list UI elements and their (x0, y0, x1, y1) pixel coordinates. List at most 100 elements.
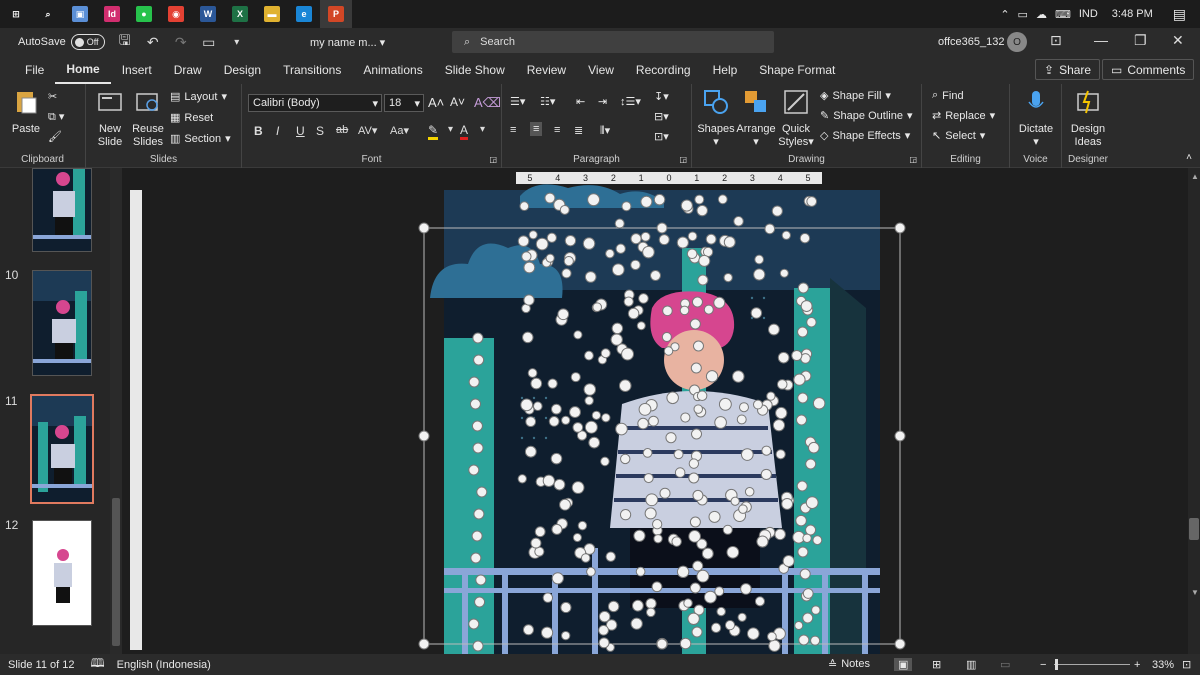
dictate-button[interactable]: Dictate ▾ (1014, 88, 1058, 149)
change-case-button[interactable]: Aa▾ (390, 124, 409, 137)
resize-handle[interactable] (638, 403, 652, 416)
resize-handle[interactable] (517, 235, 530, 247)
resize-handle[interactable] (808, 441, 820, 454)
line-app-icon[interactable]: ● (128, 0, 160, 28)
resize-handle[interactable] (799, 233, 811, 244)
resize-handle[interactable] (806, 317, 817, 328)
resize-handle[interactable] (418, 430, 430, 442)
minimize-icon[interactable]: — (1094, 32, 1108, 48)
resize-handle[interactable] (680, 412, 691, 423)
chevron-down-icon[interactable]: ▾ (448, 124, 453, 135)
resize-handle[interactable] (777, 351, 790, 364)
underline-button[interactable]: U (296, 124, 305, 138)
resize-handle[interactable] (642, 448, 653, 458)
resize-handle[interactable] (587, 193, 601, 207)
resize-handle[interactable] (690, 362, 702, 374)
reset-button[interactable]: ▦ Reset (170, 111, 213, 125)
cloud-icon[interactable]: ☁ (1036, 8, 1047, 21)
resize-handle[interactable] (752, 399, 763, 410)
resize-handle[interactable] (534, 526, 546, 538)
quick-styles-button[interactable]: Quick Styles▾ (776, 88, 816, 149)
paste-button[interactable]: Paste (8, 88, 44, 136)
resize-handle[interactable] (577, 520, 588, 531)
resize-handle[interactable] (744, 486, 755, 497)
resize-handle[interactable] (619, 509, 632, 521)
resize-handle[interactable] (894, 430, 906, 442)
shapes-button[interactable]: Shapes ▾ (696, 88, 736, 149)
resize-handle[interactable] (766, 391, 776, 401)
resize-handle[interactable] (705, 370, 719, 383)
resize-handle[interactable] (805, 524, 817, 536)
resize-handle[interactable] (471, 420, 483, 432)
resize-handle[interactable] (476, 486, 488, 498)
notes-button[interactable]: ≙ Notes (828, 658, 870, 671)
resize-handle[interactable] (696, 390, 708, 402)
file-explorer-icon[interactable]: ▬ (256, 0, 288, 28)
resize-handle[interactable] (723, 272, 733, 283)
resize-handle[interactable] (686, 248, 698, 260)
text-direction-icon[interactable]: ↧▾ (654, 90, 669, 103)
select-button[interactable]: ↖ Select ▾ (932, 129, 985, 143)
resize-handle[interactable] (584, 420, 598, 434)
save-icon[interactable]: 🖫 (111, 30, 139, 54)
slide-thumbnail-9[interactable] (32, 168, 92, 252)
resize-handle[interactable] (653, 534, 663, 544)
resize-handle[interactable] (800, 300, 813, 312)
resize-handle[interactable] (722, 524, 733, 535)
resize-handle[interactable] (542, 592, 554, 603)
resize-handle[interactable] (666, 391, 679, 405)
tab-transitions[interactable]: Transitions (272, 56, 352, 84)
dialog-launcher-icon[interactable]: ◲ (489, 155, 497, 164)
resize-handle[interactable] (559, 498, 571, 511)
resize-handle[interactable] (648, 415, 659, 427)
resize-handle[interactable] (656, 638, 668, 650)
copy-icon[interactable]: ⧉ ▾ (48, 110, 64, 124)
search-input[interactable]: ⌕ Search (452, 31, 774, 53)
resize-handle[interactable] (551, 523, 563, 535)
resize-handle[interactable] (797, 392, 809, 404)
shape-effects-button[interactable]: ◇ Shape Effects ▾ (820, 129, 910, 143)
resize-handle[interactable] (659, 487, 671, 499)
resize-handle[interactable] (894, 222, 906, 234)
resize-handle[interactable] (523, 261, 536, 274)
tab-insert[interactable]: Insert (111, 56, 163, 84)
document-title[interactable]: my name m... ▾ (310, 36, 385, 49)
scroll-up-icon[interactable]: ▲ (1191, 172, 1199, 181)
resize-handle[interactable] (779, 268, 789, 278)
zoom-slider[interactable] (1054, 659, 1130, 670)
resize-handle[interactable] (542, 474, 556, 487)
resize-handle[interactable] (472, 640, 484, 652)
resize-handle[interactable] (645, 597, 657, 610)
chevron-down-icon[interactable]: ▾ (480, 124, 485, 135)
resize-handle[interactable] (796, 414, 808, 426)
clear-formatting-icon[interactable]: A⌫ (474, 95, 501, 111)
resize-handle[interactable] (468, 618, 480, 630)
resize-handle[interactable] (627, 307, 640, 320)
tab-shape-format[interactable]: Shape Format (748, 56, 846, 84)
resize-handle[interactable] (611, 263, 625, 277)
resize-handle[interactable] (738, 504, 748, 514)
resize-handle[interactable] (525, 416, 537, 428)
editor-scrollbar[interactable]: ▲ ▼ (1188, 168, 1200, 654)
resize-handle[interactable] (557, 308, 570, 321)
resize-handle[interactable] (894, 638, 906, 650)
tab-recording[interactable]: Recording (625, 56, 702, 84)
cut-icon[interactable]: ✂ (48, 90, 57, 103)
resize-handle[interactable] (631, 599, 644, 612)
resize-handle[interactable] (797, 282, 809, 294)
section-button[interactable]: ▥ Section ▾ (170, 132, 231, 146)
resize-handle[interactable] (630, 617, 643, 630)
resize-handle[interactable] (650, 270, 661, 281)
scroll-down-icon[interactable]: ▼ (1191, 588, 1199, 597)
resize-handle[interactable] (563, 256, 574, 267)
resize-handle[interactable] (653, 193, 666, 206)
resize-handle[interactable] (656, 222, 668, 234)
resize-handle[interactable] (703, 590, 717, 604)
resize-handle[interactable] (696, 204, 708, 217)
tab-design[interactable]: Design (213, 56, 272, 84)
strikethrough-button[interactable]: ab (336, 124, 348, 136)
network-icon[interactable]: ▭ (1018, 8, 1028, 21)
tab-review[interactable]: Review (516, 56, 577, 84)
resize-handle[interactable] (588, 436, 601, 449)
tab-draw[interactable]: Draw (163, 56, 213, 84)
